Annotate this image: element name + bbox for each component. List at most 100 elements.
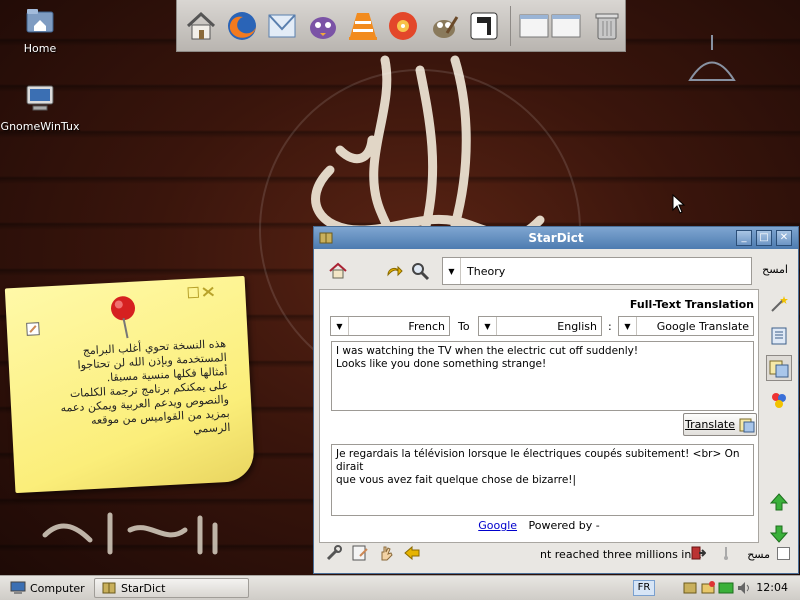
word-entry-value[interactable]: Theory [461, 265, 505, 278]
sticky-note[interactable]: هذه النسخة تحوي أغلب البرامج المستخدمة و… [4, 275, 256, 494]
word-entry-combo[interactable]: ▼ Theory [442, 257, 752, 285]
gimp-icon [432, 15, 459, 38]
close-button[interactable]: ✕ [776, 230, 792, 246]
desktop-icon-home[interactable]: Home [0, 4, 80, 55]
computer-icon [10, 581, 26, 594]
dock-inkscape[interactable] [466, 5, 502, 47]
engine-select[interactable]: ▼ Google Translate [618, 316, 754, 336]
edit-note-icon[interactable] [25, 321, 42, 338]
color-palette-icon [772, 393, 786, 408]
scan-checkbox[interactable] [777, 547, 790, 560]
stardict-window: StarDict _ □ ✕ ▼ Theory امسح Full-Text T… [313, 226, 799, 574]
arrow-left-icon [404, 545, 420, 561]
to-label: To [458, 320, 470, 333]
powered-by-row: Google Powered by - [320, 519, 758, 532]
desktop-icon-gnomewintux[interactable]: GnomeWinTux [0, 82, 80, 133]
chevron-down-icon[interactable]: ▼ [479, 317, 497, 335]
arrow-up-icon [769, 493, 789, 511]
chevron-down-icon[interactable]: ▼ [331, 317, 349, 335]
dock-firefox[interactable] [223, 5, 259, 47]
computer-icon [0, 82, 80, 117]
taskbar-item-label: StarDict [121, 581, 166, 595]
computer-menu-label: Computer [30, 581, 85, 595]
result-text-area[interactable]: Je regardais la télévision lorsque le él… [331, 444, 754, 516]
fulltext-translate-button[interactable] [766, 355, 792, 381]
source-text-area[interactable]: I was watching the TV when the electric … [331, 341, 754, 411]
hand-icon [381, 546, 393, 561]
hand-button[interactable] [374, 541, 398, 565]
disc-burner-icon [389, 11, 418, 40]
magnifier-icon [412, 263, 430, 281]
keyboard-layout-indicator[interactable]: FR [633, 580, 655, 596]
firefox-icon [227, 11, 256, 40]
back-button[interactable] [400, 541, 424, 565]
push-pin-icon [111, 296, 136, 339]
taskbar-item-stardict[interactable]: StarDict [94, 578, 249, 598]
maximize-button[interactable]: □ [756, 230, 772, 246]
fulltext-panel: Full-Text Translation ▼ French To ▼ Engl… [319, 289, 759, 543]
source-language-value: French [408, 319, 445, 333]
chevron-down-icon[interactable]: ▼ [443, 258, 461, 284]
fulltext-title: Full-Text Translation [629, 298, 754, 311]
minimize-button[interactable]: _ [736, 230, 752, 246]
side-toolbar [764, 289, 794, 543]
trash-icon [595, 13, 619, 39]
title-bar[interactable]: StarDict _ □ ✕ [314, 227, 798, 249]
source-language-select[interactable]: ▼ French [330, 316, 450, 336]
desktop-icon-label: GnomeWinTux [0, 120, 80, 133]
dock [176, 0, 626, 52]
window-list-icon [519, 14, 581, 37]
bottom-toolbar: nt reached three millions in 2 مسح [320, 535, 792, 569]
scan-label: مسح [747, 548, 770, 561]
google-link[interactable]: Google [478, 519, 517, 532]
dock-vlc[interactable] [345, 5, 381, 47]
dock-gimp[interactable] [426, 5, 462, 47]
folder-home-icon [0, 4, 80, 39]
dock-home-folder[interactable] [183, 5, 219, 47]
paint-button[interactable] [766, 387, 792, 413]
dock-pidgin[interactable] [304, 5, 340, 47]
preferences-button[interactable] [322, 541, 346, 565]
search-toolbar: ▼ Theory امسح [320, 255, 792, 285]
taskbar: Computer StarDict FR 12:04 [0, 575, 800, 600]
house-icon [187, 11, 216, 39]
quit-icon[interactable] [690, 545, 706, 561]
target-language-select[interactable]: ▼ English [478, 316, 602, 336]
translate-button[interactable]: Translate [683, 413, 757, 436]
clear-button[interactable]: امسح [762, 263, 788, 276]
chevron-down-icon[interactable]: ▼ [619, 317, 637, 335]
home-button[interactable] [326, 259, 350, 283]
jump-arrow-icon [387, 265, 403, 277]
engine-value: Google Translate [656, 319, 749, 333]
dict-manage-button[interactable] [348, 541, 372, 565]
dock-brasero[interactable] [385, 5, 421, 47]
sticky-controls-icon[interactable] [187, 285, 216, 299]
computer-menu-button[interactable]: Computer [4, 578, 91, 598]
dock-windows[interactable] [517, 5, 584, 47]
scroll-up-button[interactable] [766, 489, 792, 515]
search-button[interactable] [408, 259, 432, 283]
dictionary-icon [771, 327, 787, 345]
volume-icon[interactable] [736, 580, 752, 596]
scan-toggle-icon[interactable] [718, 545, 734, 561]
powered-by-text: Powered by - [528, 519, 600, 532]
dock-separator [509, 5, 511, 46]
dock-mail[interactable] [264, 5, 300, 47]
go-back-button[interactable] [382, 259, 406, 283]
network-icon[interactable] [718, 580, 734, 596]
tools-icon [326, 545, 342, 561]
tray-update-icon[interactable] [700, 580, 716, 596]
clock[interactable]: 12:04 [756, 581, 788, 594]
mail-icon [268, 13, 296, 37]
news-ticker-text: nt reached three millions in 2 [540, 548, 702, 561]
translate-icon [769, 360, 789, 378]
stardict-app-icon [102, 582, 116, 594]
dictionary-button[interactable] [766, 323, 792, 349]
translate-button-label: Translate [685, 418, 735, 431]
fuzzy-query-button[interactable] [766, 291, 792, 317]
tray-stardict-icon[interactable] [682, 580, 698, 596]
dock-trash[interactable] [589, 5, 625, 47]
mouse-cursor-icon [672, 194, 686, 214]
window-title: StarDict [528, 231, 584, 245]
magic-wand-icon [771, 296, 788, 312]
